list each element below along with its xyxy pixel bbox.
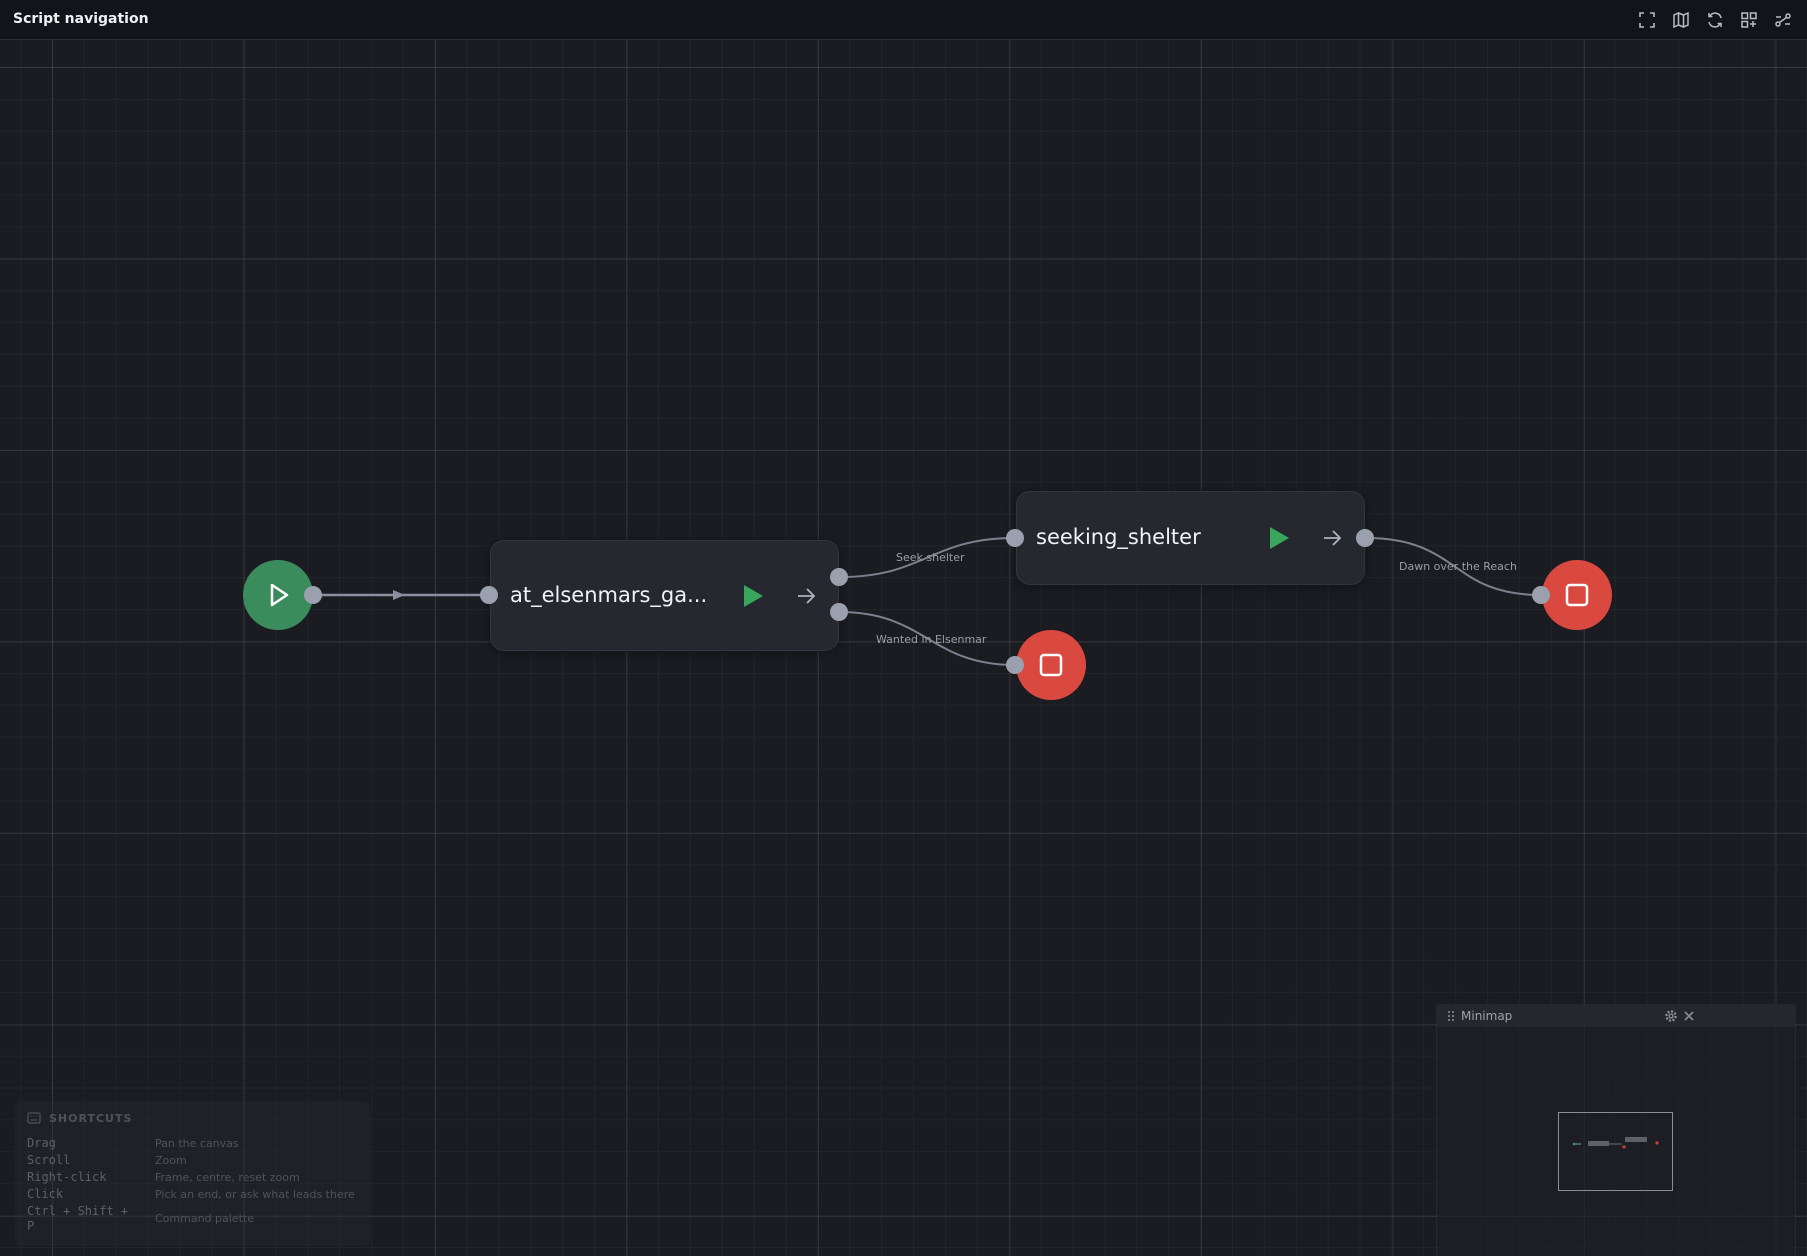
end-node-dawn[interactable]	[1542, 560, 1612, 630]
minimap-panel[interactable]: Minimap	[1436, 1004, 1796, 1256]
gear-icon[interactable]	[1664, 1009, 1678, 1023]
play-icon	[270, 583, 289, 607]
play-scene-button[interactable]	[744, 585, 763, 607]
shortcuts-title: SHORTCUTS	[49, 1112, 133, 1125]
connections-icon	[1775, 13, 1791, 27]
map-button[interactable]	[1669, 8, 1693, 32]
graph-canvas[interactable]: at_elsenmars_ga... seeking_shelter Seek …	[0, 40, 1807, 1256]
scene-node-seeking-shelter[interactable]: seeking_shelter	[1016, 491, 1365, 585]
toolbar	[1635, 8, 1795, 32]
scene2-output-port[interactable]	[1356, 529, 1374, 547]
shortcut-key: Scroll	[27, 1153, 71, 1167]
edge-label-dawn: Dawn over the Reach	[1399, 560, 1517, 573]
scene-node-at-elsenmars[interactable]: at_elsenmars_ga...	[490, 540, 839, 651]
edge-label-seek-shelter: Seek shelter	[896, 551, 965, 564]
shortcut-desc: Pick an end, or ask what leads there	[155, 1188, 355, 1201]
shortcut-key: Click	[27, 1187, 64, 1201]
end-node-wanted[interactable]	[1016, 630, 1086, 700]
shortcut-desc: Command palette	[155, 1212, 254, 1225]
map-icon	[1673, 11, 1689, 29]
scene1-output-port-2[interactable]	[830, 603, 848, 621]
shortcuts-panel: SHORTCUTS Drag Pan the canvas Scroll Zoo…	[15, 1101, 370, 1246]
stop-icon	[1039, 653, 1063, 677]
scene2-input-port[interactable]	[1006, 529, 1024, 547]
start-output-port[interactable]	[304, 586, 322, 604]
edge-arrow	[393, 590, 405, 600]
minimap-title: Minimap	[1461, 1009, 1513, 1023]
edge-label-wanted: Wanted in Elsenmar	[876, 633, 987, 646]
play-scene-button[interactable]	[1270, 527, 1289, 549]
end1-input-port[interactable]	[1006, 656, 1024, 674]
layout-button[interactable]	[1737, 8, 1761, 32]
fullscreen-icon	[1639, 12, 1655, 28]
start-node[interactable]	[243, 560, 313, 630]
page-title: Script navigation	[13, 11, 149, 27]
refresh-icon	[1708, 12, 1722, 28]
shortcut-key: Drag	[27, 1136, 56, 1150]
scene1-input-port[interactable]	[480, 586, 498, 604]
arrow-right-icon[interactable]	[795, 585, 817, 607]
title-bar: Script navigation	[0, 0, 1807, 40]
keyboard-icon	[27, 1112, 41, 1124]
connections-button[interactable]	[1771, 8, 1795, 32]
scene1-output-port-1[interactable]	[830, 568, 848, 586]
fullscreen-button[interactable]	[1635, 8, 1659, 32]
layout-icon	[1741, 12, 1757, 28]
scene-node-label: seeking_shelter	[1036, 525, 1201, 549]
refresh-button[interactable]	[1703, 8, 1727, 32]
minimap-viewport[interactable]	[1558, 1112, 1673, 1191]
shortcut-desc: Pan the canvas	[155, 1137, 239, 1150]
minimap-header[interactable]: Minimap	[1437, 1005, 1795, 1027]
end2-input-port[interactable]	[1532, 586, 1550, 604]
scene-node-label: at_elsenmars_ga...	[510, 583, 708, 607]
shortcut-desc: Zoom	[155, 1154, 187, 1167]
shortcut-desc: Frame, centre, reset zoom	[155, 1171, 300, 1184]
drag-handle-icon[interactable]	[1447, 1010, 1455, 1022]
shortcut-key: Ctrl + Shift + P	[27, 1204, 129, 1233]
shortcut-key: Right-click	[27, 1170, 107, 1184]
arrow-right-icon[interactable]	[1321, 527, 1343, 549]
stop-icon	[1565, 583, 1589, 607]
close-icon[interactable]	[1682, 1009, 1696, 1023]
